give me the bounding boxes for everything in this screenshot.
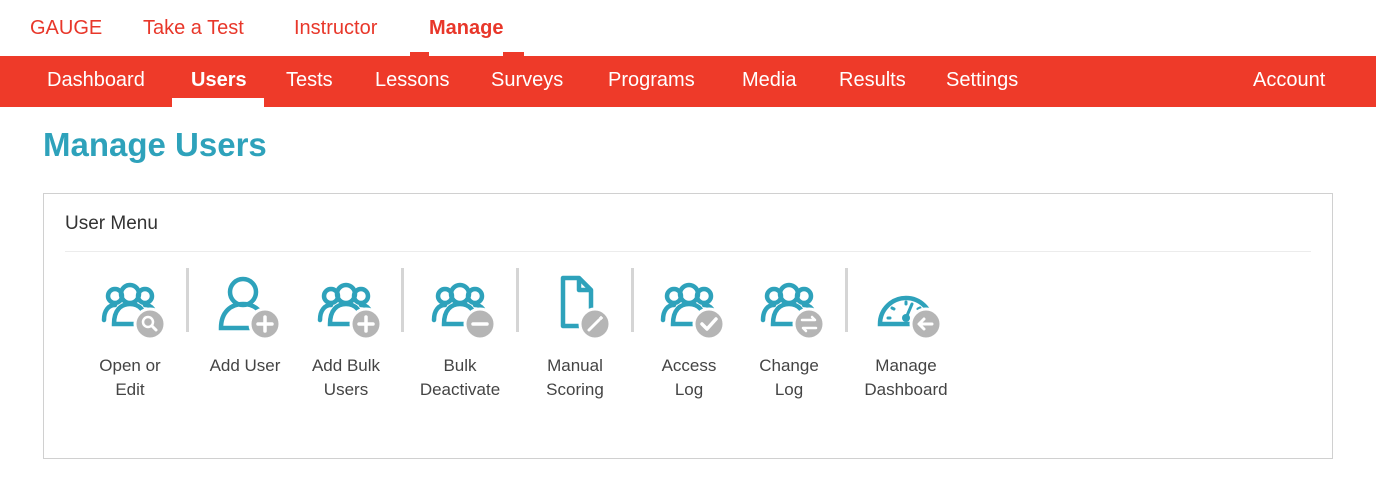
main-nav-dashboard[interactable]: Dashboard — [47, 56, 145, 107]
main-nav-programs[interactable]: Programs — [608, 56, 695, 107]
manage-dashboard-button[interactable]: Manage Dashboard — [856, 272, 956, 412]
separator — [631, 268, 634, 332]
users-swap-icon — [760, 282, 826, 341]
top-nav-instructor[interactable]: Instructor — [294, 0, 377, 56]
tool-label: Add Bulk Users — [311, 356, 381, 399]
manual-scoring-button[interactable]: Manual Scoring — [525, 272, 625, 412]
main-nav-lessons[interactable]: Lessons — [375, 56, 450, 107]
tool-label: Manage Dashboard — [864, 356, 948, 399]
open-or-edit-button[interactable]: Open or Edit — [80, 272, 180, 412]
divider — [65, 251, 1311, 252]
tool-label: Add User — [209, 356, 281, 375]
separator — [186, 268, 189, 332]
users-add-icon — [317, 282, 383, 341]
page-title: Manage Users — [43, 126, 267, 163]
top-nav-gauge[interactable]: GAUGE — [30, 0, 102, 56]
top-nav: GAUGE Take a Test Instructor Manage — [0, 0, 1376, 56]
dashboard-gauge-icon — [877, 295, 943, 341]
add-bulk-users-button[interactable]: Add Bulk Users — [296, 272, 396, 412]
tool-label: Change Log — [759, 356, 819, 399]
main-nav-media[interactable]: Media — [742, 56, 796, 107]
access-log-button[interactable]: Access Log — [639, 272, 739, 412]
main-nav-active-indicator — [172, 98, 264, 107]
add-user-button[interactable]: Add User — [195, 272, 295, 412]
user-add-icon — [218, 276, 282, 341]
users-check-icon — [660, 282, 726, 341]
document-wand-icon — [560, 275, 612, 341]
top-nav-manage[interactable]: Manage — [429, 0, 504, 56]
tool-label: Access Log — [661, 356, 717, 399]
main-nav-tests[interactable]: Tests — [286, 56, 333, 107]
main-nav-settings[interactable]: Settings — [946, 56, 1018, 107]
top-nav-take-a-test[interactable]: Take a Test — [143, 0, 244, 56]
user-menu-title: User Menu — [65, 213, 158, 234]
tool-label: Manual Scoring — [546, 356, 604, 399]
main-nav-account[interactable]: Account — [1253, 56, 1325, 107]
separator — [845, 268, 848, 332]
users-remove-icon — [431, 282, 497, 341]
main-nav-results[interactable]: Results — [839, 56, 906, 107]
main-nav-surveys[interactable]: Surveys — [491, 56, 563, 107]
user-menu-panel: User Menu Open or Edit Add User Add Bulk… — [43, 193, 1333, 459]
separator — [401, 268, 404, 332]
separator — [516, 268, 519, 332]
tool-label: Bulk Deactivate — [419, 356, 501, 399]
tool-label: Open or Edit — [99, 356, 161, 399]
bulk-deactivate-button[interactable]: Bulk Deactivate — [410, 272, 510, 412]
change-log-button[interactable]: Change Log — [739, 272, 839, 412]
users-search-icon — [101, 282, 167, 341]
